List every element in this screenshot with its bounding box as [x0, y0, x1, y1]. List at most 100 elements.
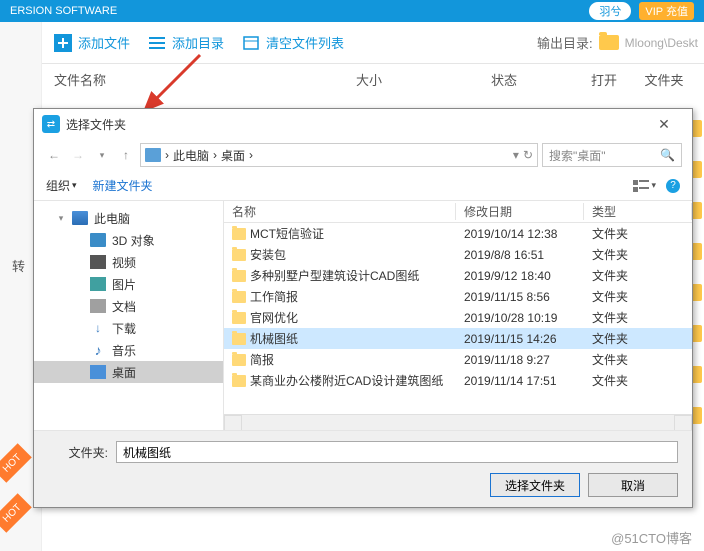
clear-list-button[interactable]: 清空文件列表 [242, 33, 344, 52]
tree-label: 音乐 [112, 342, 136, 359]
breadcrumb-root[interactable]: 此电脑 [173, 147, 209, 164]
account-name[interactable]: 羽兮 [589, 2, 631, 20]
tree-label: 图片 [112, 276, 136, 293]
file-row[interactable]: 安装包 2019/8/8 16:51文件夹 [224, 244, 692, 265]
vip-button[interactable]: VIP 充值 [639, 2, 694, 20]
tree-label: 视频 [112, 254, 136, 271]
horizontal-scrollbar[interactable] [224, 414, 692, 430]
file-name: 工作简报 [250, 288, 298, 305]
tree-item[interactable]: ▾此电脑 [34, 207, 223, 229]
tree-item[interactable]: 图片 [34, 273, 223, 295]
folder-icon [232, 270, 246, 282]
col-type[interactable]: 类型 [584, 203, 692, 220]
folder-icon [232, 291, 246, 303]
search-input[interactable]: 搜索"桌面" 🔍 [542, 143, 682, 167]
tree-label: 此电脑 [94, 210, 130, 227]
view-mode-button[interactable]: ▾ [633, 180, 656, 192]
file-date: 2019/11/15 8:56 [456, 290, 584, 304]
folder-icon [232, 249, 246, 261]
file-row[interactable]: 机械图纸 2019/11/15 14:26文件夹 [224, 328, 692, 349]
tree-icon [72, 211, 88, 225]
file-name: 官网优化 [250, 309, 298, 326]
col-folder: 文件夹 [634, 70, 694, 89]
folder-icon [599, 35, 619, 50]
file-row[interactable]: 多种别墅户型建筑设计CAD图纸2019/9/12 18:40文件夹 [224, 265, 692, 286]
watermark: @51CTO博客 [611, 528, 692, 547]
tree-item[interactable]: 文档 [34, 295, 223, 317]
bg-columns: 文件名称 大小 状态 打开 文件夹 [0, 64, 704, 94]
up-button[interactable]: ↑ [116, 145, 136, 165]
output-dir[interactable]: 输出目录: Mloong\Deskt [537, 33, 698, 52]
recent-dropdown[interactable]: ▾ [92, 145, 112, 165]
file-date: 2019/10/28 10:19 [456, 311, 584, 325]
file-date: 2019/9/12 18:40 [456, 269, 584, 283]
close-button[interactable]: ✕ [644, 116, 684, 133]
bg-toolbar: 添加文件 添加目录 清空文件列表 输出目录: Mloong\Deskt [0, 22, 704, 64]
add-dir-button[interactable]: 添加目录 [148, 33, 224, 52]
search-icon: 🔍 [660, 148, 675, 162]
tree-item[interactable]: ♪ 音乐 [34, 339, 223, 361]
file-row[interactable]: 官网优化 2019/10/28 10:19文件夹 [224, 307, 692, 328]
plus-icon [54, 34, 72, 52]
help-icon[interactable]: ? [666, 179, 680, 193]
tree-item[interactable]: ↓下载 [34, 317, 223, 339]
folder-picker-dialog: ⇄ 选择文件夹 ✕ ← → ▾ ↑ › 此电脑 › 桌面 › ▾↻ 搜索"桌面"… [33, 108, 693, 508]
file-name: 某商业办公楼附近CAD设计建筑图纸 [250, 372, 443, 389]
file-list-header: 名称 修改日期 类型 [224, 201, 692, 223]
file-row[interactable]: 简报2019/11/18 9:27文件夹 [224, 349, 692, 370]
forward-button[interactable]: → [68, 145, 88, 165]
tree-icon [90, 277, 106, 291]
breadcrumb[interactable]: › 此电脑 › 桌面 › ▾↻ [140, 143, 538, 167]
pc-icon [145, 148, 161, 162]
tree-item[interactable]: 桌面 [34, 361, 223, 383]
select-folder-button[interactable]: 选择文件夹 [490, 473, 580, 497]
file-type: 文件夹 [584, 225, 692, 242]
app-title: ERSION SOFTWARE [10, 5, 117, 17]
chevron-down-icon[interactable]: ▾ [513, 148, 519, 162]
file-type: 文件夹 [584, 309, 692, 326]
file-type: 文件夹 [584, 246, 692, 263]
cancel-button[interactable]: 取消 [588, 473, 678, 497]
breadcrumb-leaf[interactable]: 桌面 [221, 147, 245, 164]
col-date[interactable]: 修改日期 [456, 203, 584, 220]
refresh-icon[interactable]: ↻ [523, 148, 533, 162]
tree-item[interactable]: 视频 [34, 251, 223, 273]
file-row[interactable]: MCT短信验证 2019/10/14 12:38文件夹 [224, 223, 692, 244]
file-date: 2019/10/14 12:38 [456, 227, 584, 241]
tree-item[interactable]: 3D 对象 [34, 229, 223, 251]
new-folder-button[interactable]: 新建文件夹 [93, 177, 153, 194]
file-type: 文件夹 [584, 288, 692, 305]
organize-button[interactable]: 组织 ▾ [46, 177, 77, 194]
file-type: 文件夹 [584, 330, 692, 347]
folder-label: 文件夹: [48, 444, 108, 461]
folder-input[interactable] [116, 441, 678, 463]
file-name: MCT短信验证 [250, 225, 324, 242]
folder-icon [232, 312, 246, 324]
search-placeholder: 搜索"桌面" [549, 147, 606, 164]
hot-badge: HOT [0, 493, 32, 533]
file-row[interactable]: 工作简报 2019/11/15 8:56文件夹 [224, 286, 692, 307]
file-name: 机械图纸 [250, 330, 298, 347]
dialog-titlebar: ⇄ 选择文件夹 ✕ [34, 109, 692, 139]
file-name: 安装包 [250, 246, 286, 263]
folder-icon [232, 333, 246, 345]
col-name: 文件名称 [54, 70, 304, 89]
hot-badge: HOT [0, 443, 32, 483]
col-name[interactable]: 名称 [224, 203, 456, 220]
file-row[interactable]: 某商业办公楼附近CAD设计建筑图纸2019/11/14 17:51文件夹 [224, 370, 692, 391]
back-button[interactable]: ← [44, 145, 64, 165]
col-size: 大小 [304, 70, 434, 89]
file-date: 2019/11/14 17:51 [456, 374, 584, 388]
add-file-button[interactable]: 添加文件 [54, 33, 130, 52]
tree-label: 下载 [112, 320, 136, 337]
app-icon: ⇄ [42, 115, 60, 133]
tree-label: 桌面 [112, 364, 136, 381]
file-date: 2019/8/8 16:51 [456, 248, 584, 262]
tree-icon: ♪ [90, 343, 106, 357]
sidebar-label: 转 [12, 256, 25, 275]
bg-topbar: ERSION SOFTWARE 羽兮 VIP 充值 [0, 0, 704, 22]
dialog-title: 选择文件夹 [66, 116, 126, 133]
file-type: 文件夹 [584, 351, 692, 368]
tree-icon [90, 365, 106, 379]
file-date: 2019/11/15 14:26 [456, 332, 584, 346]
